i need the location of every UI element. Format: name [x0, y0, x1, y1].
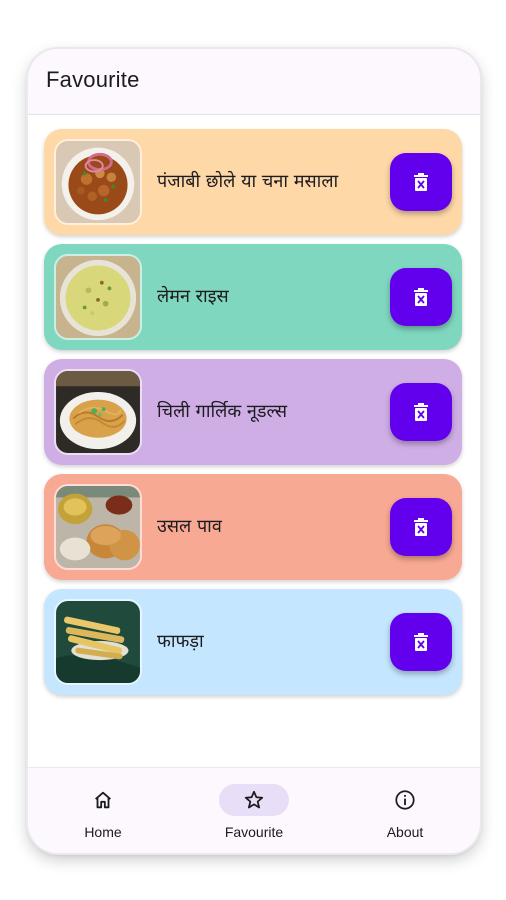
delete-icon	[414, 518, 428, 536]
delete-icon	[414, 633, 428, 651]
favourite-card[interactable]: पंजाबी छोले या चना मसाला	[44, 129, 462, 235]
home-icon	[68, 784, 138, 816]
recipe-title: लेमन राइस	[157, 286, 229, 307]
delete-icon	[414, 173, 428, 191]
delete-button[interactable]	[390, 153, 452, 211]
nav-label-home: Home	[84, 824, 122, 840]
info-icon	[370, 784, 440, 816]
delete-icon	[414, 403, 428, 421]
favourite-card[interactable]: उसल पाव	[44, 474, 462, 580]
delete-icon	[414, 288, 428, 306]
delete-button[interactable]	[390, 498, 452, 556]
page-title: Favourite	[46, 67, 140, 92]
delete-button[interactable]	[390, 268, 452, 326]
star-icon	[219, 784, 289, 816]
favourite-card[interactable]: चिली गार्लिक नूडल्स	[44, 359, 462, 465]
nav-label-favourite: Favourite	[224, 824, 284, 840]
recipe-title: फाफड़ा	[157, 631, 204, 652]
recipe-title: उसल पाव	[157, 516, 222, 537]
nav-item-home[interactable]: Home	[28, 768, 178, 853]
favourites-list: पंजाबी छोले या चना मसाला लेमन राइस चिली …	[44, 129, 462, 704]
delete-button[interactable]	[390, 383, 452, 441]
nav-label-about: About	[386, 824, 424, 840]
favourite-card[interactable]: लेमन राइस	[44, 244, 462, 350]
top-app-bar: Favourite	[28, 49, 480, 115]
chilli-garlic-noodles-image	[54, 369, 142, 455]
nav-item-favourite[interactable]: Favourite	[179, 768, 329, 853]
lemon-rice-image	[54, 254, 142, 340]
chole-masala-image	[54, 139, 142, 225]
delete-button[interactable]	[390, 613, 452, 671]
favourite-card[interactable]: फाफड़ा	[44, 589, 462, 695]
nav-item-about[interactable]: About	[330, 768, 480, 853]
fafda-image	[54, 599, 142, 685]
bottom-navigation: Home Favourite About	[28, 767, 480, 853]
usal-pav-image	[54, 484, 142, 570]
recipe-title: चिली गार्लिक नूडल्स	[157, 401, 288, 422]
recipe-title: पंजाबी छोले या चना मसाला	[157, 171, 339, 192]
app-screen: Favourite पंजाबी छोले या चना मसाला लेमन …	[28, 49, 480, 853]
